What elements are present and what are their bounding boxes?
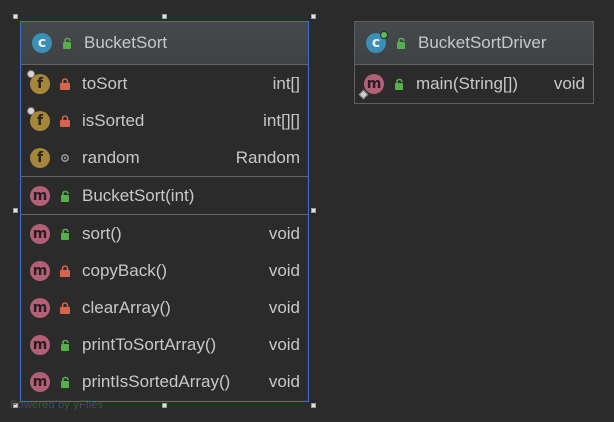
class-icon: c bbox=[32, 33, 52, 53]
method-name: copyBack() bbox=[82, 260, 168, 280]
watermark: Powered by yFiles bbox=[10, 399, 104, 411]
method-row-copyback[interactable]: m copyBack() void bbox=[21, 252, 308, 289]
public-unlocked-icon bbox=[394, 36, 408, 50]
constructor-name: BucketSort(int) bbox=[82, 185, 195, 205]
method-type: void bbox=[268, 223, 300, 243]
diagram-canvas: c BucketSort f toSort int[] f isSorted i… bbox=[0, 0, 614, 422]
method-icon: m bbox=[29, 334, 51, 356]
methods-section: m sort() void m copyBack() void m clearA… bbox=[21, 215, 308, 400]
run-indicator-icon bbox=[380, 31, 388, 39]
constructors-section: m BucketSort(int) bbox=[21, 177, 308, 215]
constructor-row[interactable]: m BucketSort(int) bbox=[21, 177, 308, 214]
bucketsort-class-box[interactable]: c BucketSort f toSort int[] f isSorted i… bbox=[20, 21, 309, 402]
field-name: toSort bbox=[82, 73, 128, 93]
field-icon: f bbox=[27, 69, 51, 95]
bucketsortdriver-class-box[interactable]: c BucketSortDriver m main(String[]) void bbox=[354, 21, 594, 104]
method-type: void bbox=[268, 260, 300, 280]
package-dot-icon bbox=[58, 151, 72, 165]
method-icon: m bbox=[30, 334, 50, 355]
field-name: random bbox=[82, 147, 140, 167]
class-title: BucketSortDriver bbox=[418, 33, 547, 52]
field-name: isSorted bbox=[82, 110, 145, 130]
method-name: sort() bbox=[82, 223, 122, 243]
method-name: clearArray() bbox=[82, 297, 171, 317]
class-icon: c bbox=[31, 32, 53, 54]
method-name: printToSortArray() bbox=[82, 334, 217, 354]
method-icon: m bbox=[29, 223, 51, 245]
selection-handle[interactable] bbox=[311, 208, 316, 213]
field-type: int[][] bbox=[263, 110, 300, 130]
method-icon: m bbox=[30, 185, 50, 206]
method-type: void bbox=[268, 334, 300, 354]
selection-handle[interactable] bbox=[162, 14, 167, 19]
selection-handle[interactable] bbox=[13, 208, 18, 213]
method-type: void bbox=[553, 73, 585, 93]
method-icon: m bbox=[364, 73, 384, 94]
field-type: Random bbox=[235, 147, 300, 167]
bucketsort-header[interactable]: c BucketSort bbox=[21, 22, 308, 65]
selection-handle[interactable] bbox=[162, 403, 167, 408]
private-lock-icon bbox=[58, 114, 72, 128]
public-unlocked-icon bbox=[392, 77, 406, 91]
fields-section: f toSort int[] f isSorted int[][] f rand… bbox=[21, 65, 308, 177]
method-icon: m bbox=[29, 185, 51, 207]
field-type: int[] bbox=[272, 73, 300, 93]
method-icon: m bbox=[29, 297, 51, 319]
method-row-sort[interactable]: m sort() void bbox=[21, 215, 308, 252]
selection-handle[interactable] bbox=[311, 403, 316, 408]
public-unlocked-icon bbox=[58, 338, 72, 352]
method-type: void bbox=[268, 297, 300, 317]
methods-section: m main(String[]) void bbox=[355, 65, 593, 102]
private-lock-icon bbox=[58, 301, 72, 315]
public-unlocked-icon bbox=[58, 227, 72, 241]
method-row-printissortedarray[interactable]: m printIsSortedArray() void bbox=[21, 363, 308, 400]
method-row-main[interactable]: m main(String[]) void bbox=[355, 65, 593, 102]
method-name: main(String[]) bbox=[416, 73, 519, 93]
field-icon: f bbox=[30, 73, 50, 94]
method-row-cleararray[interactable]: m clearArray() void bbox=[21, 289, 308, 326]
method-type: void bbox=[268, 371, 300, 391]
method-icon: m bbox=[30, 223, 50, 244]
private-lock-icon bbox=[58, 77, 72, 91]
method-name: printIsSortedArray() bbox=[82, 371, 231, 391]
public-unlocked-icon bbox=[58, 189, 72, 203]
selection-handle[interactable] bbox=[13, 14, 18, 19]
class-icon: c bbox=[365, 31, 388, 54]
field-icon: f bbox=[29, 147, 51, 169]
method-icon: m bbox=[29, 371, 51, 393]
field-icon: f bbox=[30, 110, 50, 131]
method-icon: m bbox=[30, 260, 50, 281]
bucketsortdriver-header[interactable]: c BucketSortDriver bbox=[355, 22, 593, 65]
method-icon: m bbox=[358, 73, 385, 99]
selection-handle[interactable] bbox=[311, 14, 316, 19]
method-icon: m bbox=[30, 371, 50, 392]
public-unlocked-icon bbox=[60, 36, 74, 50]
field-row-random[interactable]: f random Random bbox=[21, 139, 308, 176]
class-title: BucketSort bbox=[84, 33, 168, 52]
method-row-printtosortarray[interactable]: m printToSortArray() void bbox=[21, 326, 308, 363]
field-row-issorted[interactable]: f isSorted int[][] bbox=[21, 102, 308, 139]
field-icon: f bbox=[27, 106, 51, 132]
method-icon: m bbox=[30, 297, 50, 318]
public-unlocked-icon bbox=[58, 375, 72, 389]
field-icon: f bbox=[30, 147, 50, 168]
method-icon: m bbox=[29, 260, 51, 282]
private-lock-icon bbox=[58, 264, 72, 278]
field-row-tosort[interactable]: f toSort int[] bbox=[21, 65, 308, 102]
